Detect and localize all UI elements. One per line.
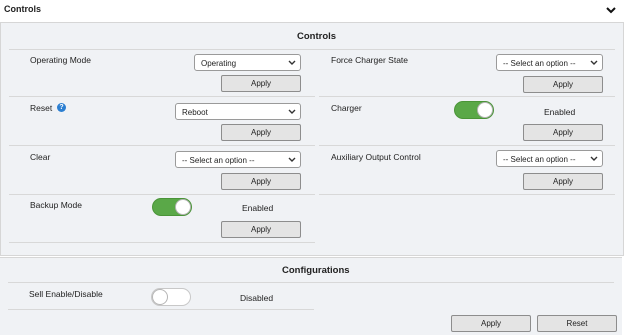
- chevron-down-icon: [590, 60, 598, 65]
- divider: [8, 282, 614, 283]
- clear-label: Clear: [30, 152, 51, 162]
- sell-enable-status: Disabled: [240, 293, 274, 303]
- force-charger-state-select[interactable]: -- Select an option --: [496, 54, 603, 71]
- operating-mode-select[interactable]: Operating: [194, 54, 301, 71]
- divider: [319, 96, 615, 97]
- reset-value: Reboot: [182, 108, 208, 117]
- reset-apply-button[interactable]: Apply: [221, 124, 301, 141]
- chevron-down-icon: [288, 60, 296, 65]
- backup-mode-status: Enabled: [242, 203, 274, 213]
- clear-select[interactable]: -- Select an option --: [175, 151, 301, 168]
- controls-panel: Controls Operating Mode Operating Apply …: [0, 22, 624, 256]
- charger-status: Enabled: [544, 107, 576, 117]
- auxiliary-output-value: -- Select an option --: [503, 155, 576, 164]
- toggle-knob: [477, 102, 493, 118]
- charger-toggle[interactable]: [454, 101, 494, 119]
- operating-mode-value: Operating: [201, 59, 237, 68]
- sell-enable-toggle[interactable]: [151, 288, 191, 306]
- backup-mode-toggle[interactable]: [152, 198, 192, 216]
- operating-mode-label: Operating Mode: [30, 55, 91, 65]
- configurations-reset-button[interactable]: Reset: [537, 315, 617, 332]
- backup-mode-apply-button[interactable]: Apply: [221, 221, 301, 238]
- force-charger-state-label: Force Charger State: [331, 55, 409, 65]
- controls-header[interactable]: Controls: [0, 0, 622, 23]
- sell-enable-label: Sell Enable/Disable: [29, 289, 103, 299]
- charger-label: Charger: [331, 103, 362, 113]
- chevron-down-icon: [288, 109, 296, 114]
- clear-apply-button[interactable]: Apply: [221, 173, 301, 190]
- force-charger-state-value: -- Select an option --: [503, 59, 576, 68]
- chevron-down-icon: [590, 156, 598, 161]
- operating-mode-apply-button[interactable]: Apply: [221, 75, 301, 92]
- reset-label: Reset: [30, 103, 53, 113]
- controls-header-title: Controls: [4, 4, 41, 14]
- clear-value: -- Select an option --: [182, 156, 255, 165]
- chevron-down-icon[interactable]: [606, 5, 616, 15]
- toggle-knob: [175, 199, 191, 215]
- backup-mode-label: Backup Mode: [30, 200, 82, 210]
- controls-section-title: Controls: [297, 31, 337, 42]
- divider: [9, 49, 615, 50]
- force-charger-apply-button[interactable]: Apply: [523, 76, 603, 93]
- auxiliary-output-apply-button[interactable]: Apply: [523, 173, 603, 190]
- configurations-apply-button[interactable]: Apply: [451, 315, 531, 332]
- divider: [8, 309, 314, 310]
- reset-select[interactable]: Reboot: [175, 103, 301, 120]
- divider: [9, 145, 315, 146]
- configurations-panel: Configurations Sell Enable/Disable Disab…: [0, 257, 622, 335]
- divider: [9, 194, 315, 195]
- toggle-knob: [152, 289, 168, 305]
- auxiliary-output-label: Auxiliary Output Control: [331, 152, 421, 162]
- divider: [9, 242, 315, 243]
- divider: [9, 96, 315, 97]
- help-icon[interactable]: ?: [57, 103, 66, 112]
- configurations-section-title: Configurations: [282, 265, 350, 276]
- divider: [319, 194, 615, 195]
- charger-apply-button[interactable]: Apply: [523, 124, 603, 141]
- chevron-down-icon: [288, 157, 296, 162]
- divider: [319, 145, 615, 146]
- auxiliary-output-select[interactable]: -- Select an option --: [496, 150, 603, 167]
